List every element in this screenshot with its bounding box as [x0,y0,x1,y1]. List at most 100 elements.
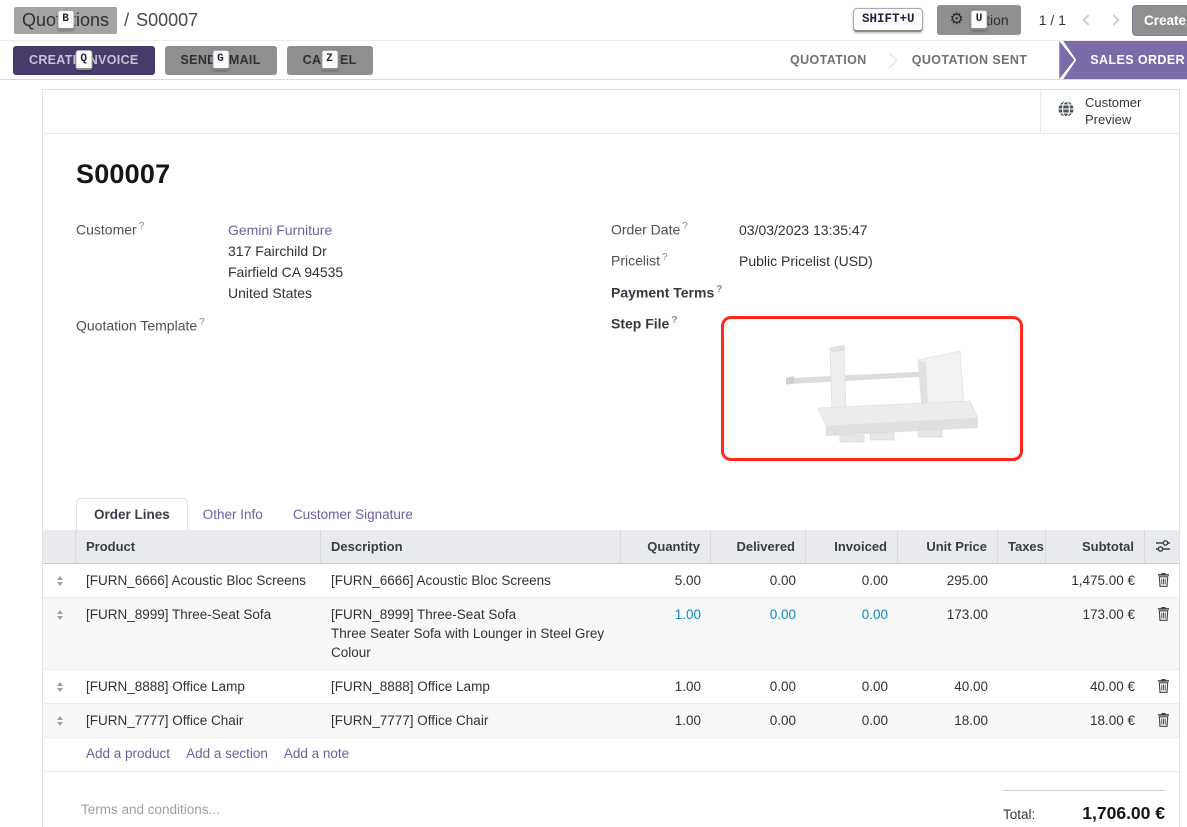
shortcut-hint-badge: Q [75,50,92,70]
tab-other-info[interactable]: Other Info [188,499,278,530]
shortcut-hint-badge: U [971,10,988,30]
drag-handle-icon[interactable] [43,564,76,597]
cell-quantity[interactable]: 1.00 [621,704,711,737]
button-box: Customer Preview [43,90,1179,134]
delete-row-button[interactable] [1145,670,1181,703]
status-step-quotation-sent[interactable]: QUOTATION SENT [890,41,1050,79]
customer-link[interactable]: Gemini Furniture [228,222,332,238]
cell-unit-price[interactable]: 40.00 [898,670,998,703]
breadcrumb-quotations-link[interactable]: Quotations B [14,7,117,34]
cell-description[interactable]: [FURN_8999] Three-Seat Sofa Three Seater… [321,598,621,669]
column-header-description[interactable]: Description [321,530,621,563]
order-date-field-label: Order Date? [611,220,739,241]
help-icon: ? [716,284,722,295]
create-button[interactable]: Create [1132,5,1187,36]
status-step-sales-order-active[interactable]: SALES ORDER [1063,41,1187,79]
column-header-taxes[interactable]: Taxes [998,530,1046,563]
shortcut-hint-badge: Z [321,50,338,70]
cell-product[interactable]: [FURN_8999] Three-Seat Sofa [76,598,321,669]
customer-field-label: Customer? [76,220,228,304]
help-icon: ? [199,317,205,328]
cell-product[interactable]: [FURN_8888] Office Lamp [76,670,321,703]
delete-row-button[interactable] [1145,704,1181,737]
help-icon: ? [662,252,668,263]
cell-taxes[interactable] [998,670,1046,703]
cell-delivered[interactable]: 0.00 [711,670,806,703]
table-row[interactable]: [FURN_7777] Office Chair [FURN_7777] Off… [43,704,1179,738]
trash-icon [1157,573,1170,587]
cell-unit-price[interactable]: 295.00 [898,564,998,597]
cancel-button[interactable]: CANCEL Z [287,46,373,75]
globe-icon [1057,100,1075,123]
create-invoice-button[interactable]: CREATE INVOICE Q [13,46,155,75]
total-value: 1,706.00 € [1082,803,1165,824]
cell-unit-price[interactable]: 173.00 [898,598,998,669]
column-header-delivered[interactable]: Delivered [711,530,806,563]
quotation-template-field-label: Quotation Template? [76,316,228,334]
column-header-invoiced[interactable]: Invoiced [806,530,898,563]
table-footer-links: Add a product Add a section Add a note [43,738,1179,772]
pager-previous-icon[interactable] [1082,14,1093,25]
terms-and-conditions-input[interactable]: Terms and conditions... [81,790,220,824]
send-email-button[interactable]: SEND EMAIL G [165,46,277,75]
help-icon: ? [671,315,677,326]
gear-icon: ⚙ [949,12,963,28]
field-group: Customer? Gemini Furniture 317 Fairchild… [76,220,1146,470]
delete-row-button[interactable] [1145,564,1181,597]
field-step-file: Step File? [611,314,1146,461]
pricelist-field-value[interactable]: Public Pricelist (USD) [739,251,873,272]
step-file-preview[interactable] [721,316,1023,461]
table-row[interactable]: [FURN_6666] Acoustic Bloc Screens [FURN_… [43,564,1179,598]
cell-product[interactable]: [FURN_7777] Office Chair [76,704,321,737]
add-a-note-link[interactable]: Add a note [284,746,349,761]
cell-description[interactable]: [FURN_7777] Office Chair [321,704,621,737]
column-header-subtotal[interactable]: Subtotal [1046,530,1145,563]
record-title: S00007 [76,159,1146,190]
order-date-field-value[interactable]: 03/03/2023 13:35:47 [739,220,867,241]
add-a-section-link[interactable]: Add a section [186,746,268,761]
table-row[interactable]: [FURN_8888] Office Lamp [FURN_8888] Offi… [43,670,1179,704]
column-header-quantity[interactable]: Quantity [621,530,711,563]
field-pricelist: Pricelist? Public Pricelist (USD) [611,251,1146,272]
cell-invoiced[interactable]: 0.00 [806,598,898,669]
cell-quantity[interactable]: 1.00 [621,670,711,703]
tab-customer-signature[interactable]: Customer Signature [278,499,428,530]
breadcrumb: Quotations B / S00007 [14,7,198,34]
order-lines-table: Product Description Quantity Delivered I… [43,530,1179,772]
drag-handle-icon[interactable] [43,670,76,703]
cell-product[interactable]: [FURN_6666] Acoustic Bloc Screens [76,564,321,597]
cell-invoiced[interactable]: 0.00 [806,564,898,597]
cell-taxes[interactable] [998,564,1046,597]
table-row[interactable]: [FURN_8999] Three-Seat Sofa [FURN_8999] … [43,598,1179,670]
customer-preview-button[interactable]: Customer Preview [1040,90,1179,133]
cell-quantity[interactable]: 5.00 [621,564,711,597]
tab-order-lines[interactable]: Order Lines [76,498,188,530]
cell-delivered[interactable]: 0.00 [711,704,806,737]
drag-handle-icon[interactable] [43,704,76,737]
action-buttons: CREATE INVOICE Q SEND EMAIL G CANCEL Z [13,41,373,79]
cell-description[interactable]: [FURN_6666] Acoustic Bloc Screens [321,564,621,597]
column-header-unit-price[interactable]: Unit Price [898,530,998,563]
pager-next-icon[interactable] [1108,14,1119,25]
add-a-product-link[interactable]: Add a product [86,746,170,761]
delete-row-button[interactable] [1145,598,1181,669]
cell-invoiced[interactable]: 0.00 [806,670,898,703]
cell-taxes[interactable] [998,704,1046,737]
cell-subtotal: 1,475.00 € [1046,564,1145,597]
optional-columns-button[interactable] [1145,530,1181,563]
shortcut-hint-badge: SHIFT+U [853,8,924,32]
cell-delivered[interactable]: 0.00 [711,564,806,597]
total-box: Total: 1,706.00 € [1003,790,1165,824]
drag-handle-icon[interactable] [43,598,76,669]
control-panel: Quotations B / S00007 SHIFT+U ⚙ Action U… [0,0,1187,41]
cell-description[interactable]: [FURN_8888] Office Lamp [321,670,621,703]
action-menu-button[interactable]: ⚙ Action U [937,5,1020,35]
cell-invoiced[interactable]: 0.00 [806,704,898,737]
cell-quantity[interactable]: 1.00 [621,598,711,669]
status-step-quotation[interactable]: QUOTATION [768,41,889,79]
cell-taxes[interactable] [998,598,1046,669]
cell-unit-price[interactable]: 18.00 [898,704,998,737]
column-header-product[interactable]: Product [76,530,321,563]
breadcrumb-separator: / [124,10,129,31]
cell-delivered[interactable]: 0.00 [711,598,806,669]
